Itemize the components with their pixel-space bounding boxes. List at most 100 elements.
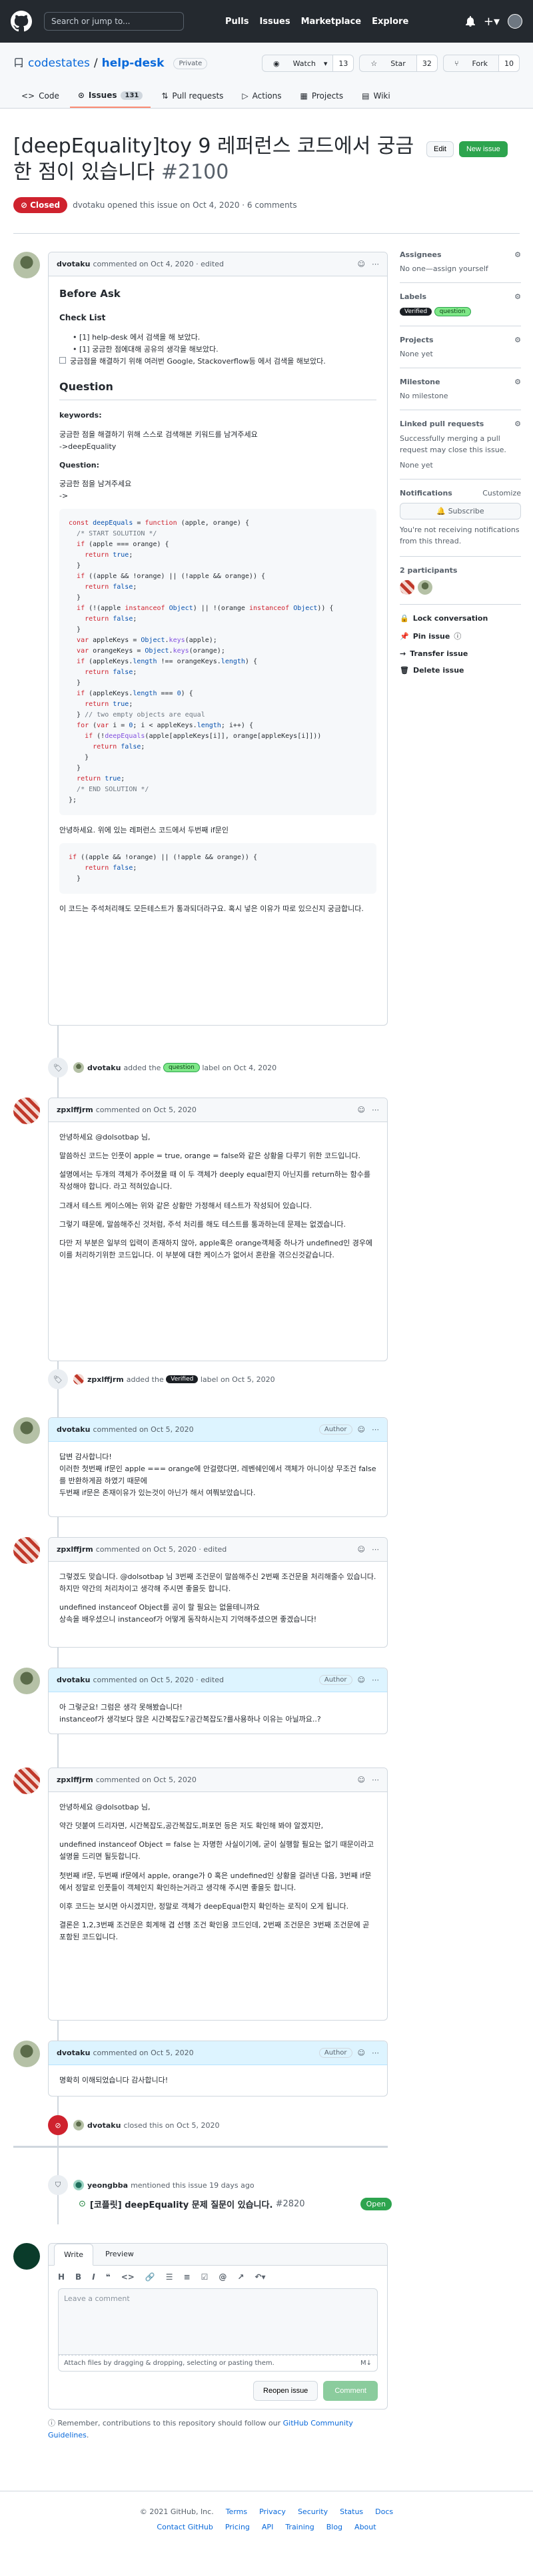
avatar[interactable] <box>13 1098 40 1124</box>
star-button[interactable]: ☆ Star 32 <box>359 55 438 72</box>
comment-author[interactable]: dvotaku <box>57 1425 90 1434</box>
avatar[interactable] <box>73 2120 84 2130</box>
avatar[interactable] <box>13 1768 40 1794</box>
participant-avatar[interactable] <box>400 580 414 595</box>
footer-link-contact[interactable]: Contact GitHub <box>157 2523 213 2531</box>
tab-actions[interactable]: ▷ Actions <box>234 84 289 108</box>
bold-icon[interactable]: B <box>75 2272 81 2282</box>
tab-wiki[interactable]: ▤ Wiki <box>354 84 398 108</box>
comment-author[interactable]: dvotaku <box>57 260 90 268</box>
nav-explore[interactable]: Explore <box>372 17 408 27</box>
kebab-icon[interactable]: ⋯ <box>372 1425 379 1434</box>
reply-icon[interactable]: ↶▾ <box>255 2272 265 2282</box>
code-icon[interactable]: <> <box>121 2272 135 2282</box>
italic-icon[interactable]: I <box>92 2272 95 2282</box>
label-verified[interactable]: Verified <box>400 308 432 316</box>
avatar[interactable] <box>13 1417 40 1444</box>
avatar[interactable] <box>13 2041 40 2067</box>
repo-owner-link[interactable]: codestates <box>28 57 90 70</box>
kebab-icon[interactable]: ⋯ <box>372 1106 379 1114</box>
smiley-icon[interactable]: ☺ <box>358 1106 365 1114</box>
bell-icon[interactable] <box>465 16 476 27</box>
numbered-list-icon[interactable]: ≡ <box>184 2272 191 2282</box>
comment-author[interactable]: dvotaku <box>57 1676 90 1684</box>
global-search-input[interactable]: Search or jump to... <box>44 12 184 31</box>
projects-heading[interactable]: Projects <box>400 336 434 344</box>
assignees-heading[interactable]: Assignees <box>400 250 442 259</box>
nav-pulls[interactable]: Pulls <box>225 17 249 27</box>
footer-link-pricing[interactable]: Pricing <box>225 2523 250 2531</box>
transfer-issue-action[interactable]: → Transfer issue <box>400 649 521 658</box>
reopen-issue-button[interactable]: Reopen issue <box>253 2381 318 2401</box>
tab-write[interactable]: Write <box>54 2244 94 2266</box>
assignees-value[interactable]: No one—assign yourself <box>400 264 521 273</box>
watch-count[interactable]: 13 <box>332 55 354 71</box>
comment-textarea[interactable]: Leave a comment <box>58 2288 378 2355</box>
event-author[interactable]: yeongbba <box>87 2181 128 2190</box>
lock-conversation-action[interactable]: 🔒 Lock conversation <box>400 614 521 623</box>
reference-icon[interactable]: ↗ <box>237 2272 244 2282</box>
avatar[interactable] <box>13 1537 40 1564</box>
watch-button[interactable]: ◉ Watch ▾ 13 <box>262 55 354 72</box>
event-author[interactable]: zpxlffjrm <box>87 1375 124 1384</box>
bullet-list-icon[interactable]: ☰ <box>166 2272 173 2282</box>
mention-icon[interactable]: @ <box>219 2272 227 2282</box>
avatar[interactable] <box>73 1062 84 1073</box>
tab-pull-requests[interactable]: ⇅ Pull requests <box>153 84 231 108</box>
avatar[interactable] <box>13 2243 40 2270</box>
customize-link[interactable]: Customize <box>482 489 521 497</box>
kebab-icon[interactable]: ⋯ <box>372 2049 379 2057</box>
comment-author[interactable]: zpxlffjrm <box>57 1545 93 1554</box>
quote-icon[interactable]: ❝ <box>106 2272 111 2282</box>
nav-marketplace[interactable]: Marketplace <box>301 17 362 27</box>
event-author[interactable]: dvotaku <box>87 1064 121 1072</box>
footer-link-about[interactable]: About <box>354 2523 376 2531</box>
link-icon[interactable]: 🔗 <box>145 2272 155 2282</box>
new-issue-button[interactable]: New issue <box>458 141 508 157</box>
tab-issues[interactable]: ⊙ Issues 131 <box>69 84 151 108</box>
smiley-icon[interactable]: ☺ <box>358 1775 365 1784</box>
fork-count[interactable]: 10 <box>498 55 519 71</box>
tab-preview[interactable]: Preview <box>96 2244 143 2265</box>
avatar[interactable] <box>73 1374 84 1385</box>
comment-author[interactable]: zpxlffjrm <box>57 1775 93 1784</box>
task-list-icon[interactable]: ☑ <box>201 2272 209 2282</box>
smiley-icon[interactable]: ☺ <box>358 1545 365 1554</box>
participant-avatar[interactable] <box>418 580 432 595</box>
avatar[interactable] <box>13 252 40 278</box>
gear-icon[interactable]: ⚙ <box>514 336 521 344</box>
fork-button[interactable]: ⑂ Fork 10 <box>442 55 520 72</box>
label-question[interactable]: question <box>163 1063 200 1072</box>
footer-link-training[interactable]: Training <box>285 2523 314 2531</box>
kebab-icon[interactable]: ⋯ <box>372 260 379 268</box>
github-logo-icon[interactable] <box>11 11 32 32</box>
label-verified[interactable]: Verified <box>166 1375 199 1383</box>
smiley-icon[interactable]: ☺ <box>358 2049 365 2057</box>
smiley-icon[interactable]: ☺ <box>358 1676 365 1684</box>
edit-title-button[interactable]: Edit <box>426 141 454 157</box>
delete-issue-action[interactable]: 🗑 Delete issue <box>400 666 521 675</box>
footer-link-terms[interactable]: Terms <box>226 2507 247 2516</box>
mention-link[interactable]: [코플릿] deepEquality 문제 질문이 있습니다. <box>90 2198 273 2210</box>
labels-heading[interactable]: Labels <box>400 292 426 301</box>
pin-issue-action[interactable]: 📌 Pin issue ⓘ <box>400 631 521 641</box>
linked-prs-heading[interactable]: Linked pull requests <box>400 420 484 428</box>
tab-projects[interactable]: ▦ Projects <box>292 84 351 108</box>
footer-link-security[interactable]: Security <box>298 2507 328 2516</box>
user-avatar[interactable] <box>508 14 522 29</box>
gear-icon[interactable]: ⚙ <box>514 250 521 259</box>
footer-link-docs[interactable]: Docs <box>375 2507 393 2516</box>
checkbox-icon[interactable] <box>59 356 66 364</box>
kebab-icon[interactable]: ⋯ <box>372 1545 379 1554</box>
subscribe-button[interactable]: 🔔 Subscribe <box>400 503 521 519</box>
gear-icon[interactable]: ⚙ <box>514 292 521 301</box>
footer-link-status[interactable]: Status <box>340 2507 363 2516</box>
repo-name-link[interactable]: help-desk <box>102 57 165 70</box>
avatar[interactable] <box>73 2180 84 2190</box>
heading-icon[interactable]: H <box>58 2272 65 2282</box>
plus-icon[interactable]: +▾ <box>484 15 500 29</box>
gear-icon[interactable]: ⚙ <box>514 378 521 386</box>
footer-link-blog[interactable]: Blog <box>326 2523 342 2531</box>
kebab-icon[interactable]: ⋯ <box>372 1775 379 1784</box>
nav-issues[interactable]: Issues <box>259 17 290 27</box>
